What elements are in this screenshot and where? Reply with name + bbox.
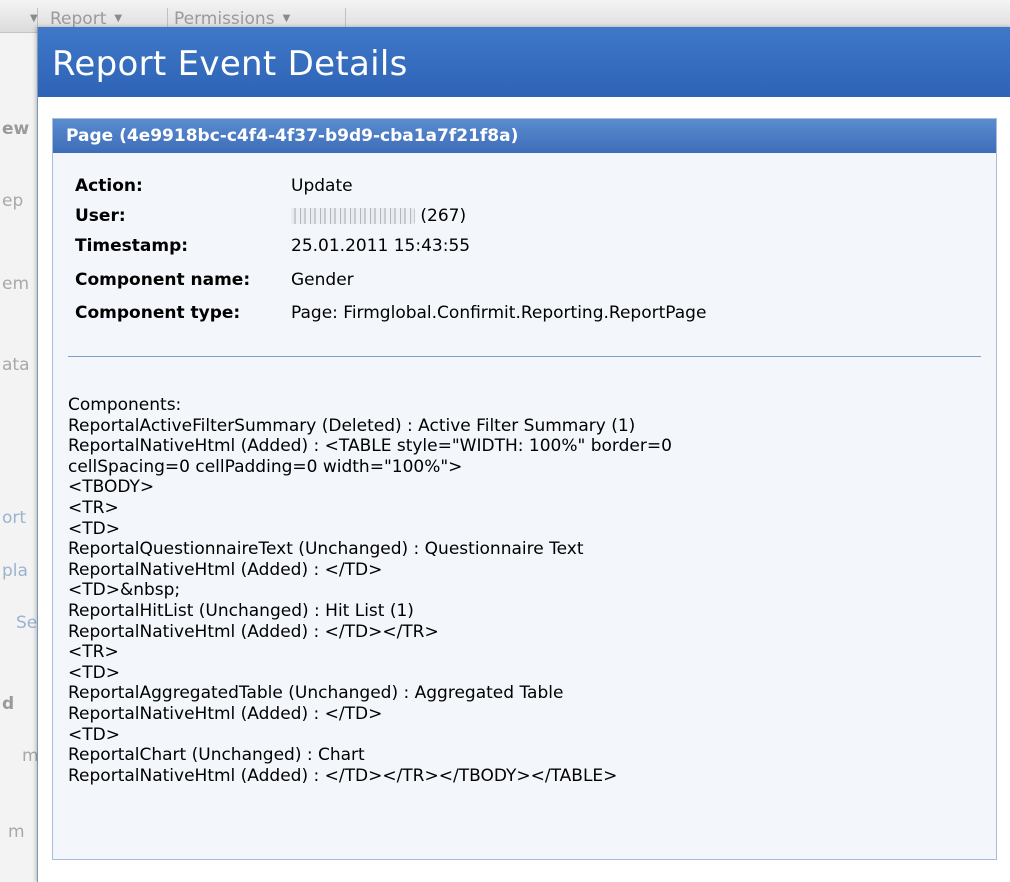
panel-title: Page (4e9918bc-c4f4-4f37-b9d9-cba1a7f21f…: [66, 126, 519, 146]
field-label: Timestamp:: [75, 236, 189, 256]
background-sidebar-fragment: em: [2, 274, 30, 294]
redacted-username: [291, 208, 415, 224]
components-log-line: ReportalNativeHtml (Added) : </TD></TR><…: [68, 765, 618, 786]
background-sidebar-fragment: ew: [2, 119, 30, 139]
components-log-line: <TD>: [68, 662, 120, 683]
field-label: User:: [75, 206, 126, 226]
user-id: (267): [420, 206, 467, 226]
background-tab-label: Permissions: [174, 9, 275, 29]
field-label: Action:: [75, 176, 143, 196]
background-sidebar: ew ep em ata ort pla Se d m m: [0, 33, 39, 882]
field-value: Gender: [291, 270, 354, 290]
event-details-panel: Page (4e9918bc-c4f4-4f37-b9d9-cba1a7f21f…: [52, 118, 997, 860]
components-log-line: <TD>: [68, 724, 120, 745]
background-tab-caret: ▼: [18, 8, 38, 30]
panel-header: Page (4e9918bc-c4f4-4f37-b9d9-cba1a7f21f…: [53, 119, 996, 153]
components-log-line: <TD>&nbsp;: [68, 580, 181, 601]
chevron-down-icon: ▼: [282, 13, 291, 24]
components-log-line: <TR>: [68, 642, 119, 663]
dialog-header[interactable]: Report Event Details: [38, 27, 1010, 97]
components-log-line: <TR>: [68, 497, 119, 518]
field-value: Update: [291, 176, 353, 196]
report-event-details-dialog: Report Event Details Page (4e9918bc-c4f4…: [37, 27, 1010, 882]
components-log-line: ReportalAggregatedTable (Unchanged) : Ag…: [68, 683, 564, 704]
background-sidebar-fragment: ata: [2, 355, 30, 375]
divider: [68, 356, 981, 357]
field-value-user: (267): [291, 206, 466, 226]
components-log-line: cellSpacing=0 cellPadding=0 width="100%"…: [68, 456, 463, 477]
components-log-line: ReportalNativeHtml (Added) : </TD></TR>: [68, 621, 439, 642]
components-log-line: Components:: [68, 395, 182, 415]
components-log-line: ReportalQuestionnaireText (Unchanged) : …: [68, 539, 584, 560]
background-tab-label: Report: [50, 9, 107, 29]
components-log-line: ReportalNativeHtml (Added) : </TD>: [68, 559, 383, 580]
background-sidebar-fragment: ort: [2, 508, 27, 528]
field-label: Component name:: [75, 270, 251, 290]
chevron-down-icon: ▼: [114, 13, 123, 24]
background-sidebar-fragment: ep: [2, 191, 24, 211]
background-sidebar-fragment: Se: [16, 613, 38, 633]
field-value: 25.01.2011 15:43:55: [291, 236, 471, 256]
components-log-line: <TD>: [68, 518, 120, 539]
components-log-line: ReportalHitList (Unchanged) : Hit List (…: [68, 600, 414, 621]
field-label: Component type:: [75, 303, 241, 323]
components-log-line: ReportalNativeHtml (Added) : <TABLE styl…: [68, 436, 672, 457]
components-log-line: <TBODY>: [68, 477, 155, 498]
components-log-line: ReportalActiveFilterSummary (Deleted) : …: [68, 415, 636, 436]
background-sidebar-fragment: d: [2, 694, 15, 714]
background-sidebar-fragment: pla: [2, 561, 28, 581]
field-value: Page: Firmglobal.Confirmit.Reporting.Rep…: [291, 303, 707, 323]
chevron-down-icon: ▼: [30, 13, 38, 24]
background-sidebar-fragment: m: [8, 822, 25, 842]
dialog-title: Report Event Details: [52, 44, 408, 84]
components-log-line: ReportalChart (Unchanged) : Chart: [68, 745, 365, 766]
components-log: Components: ReportalActiveFilterSummary …: [68, 395, 978, 786]
components-log-line: ReportalNativeHtml (Added) : </TD>: [68, 703, 383, 724]
